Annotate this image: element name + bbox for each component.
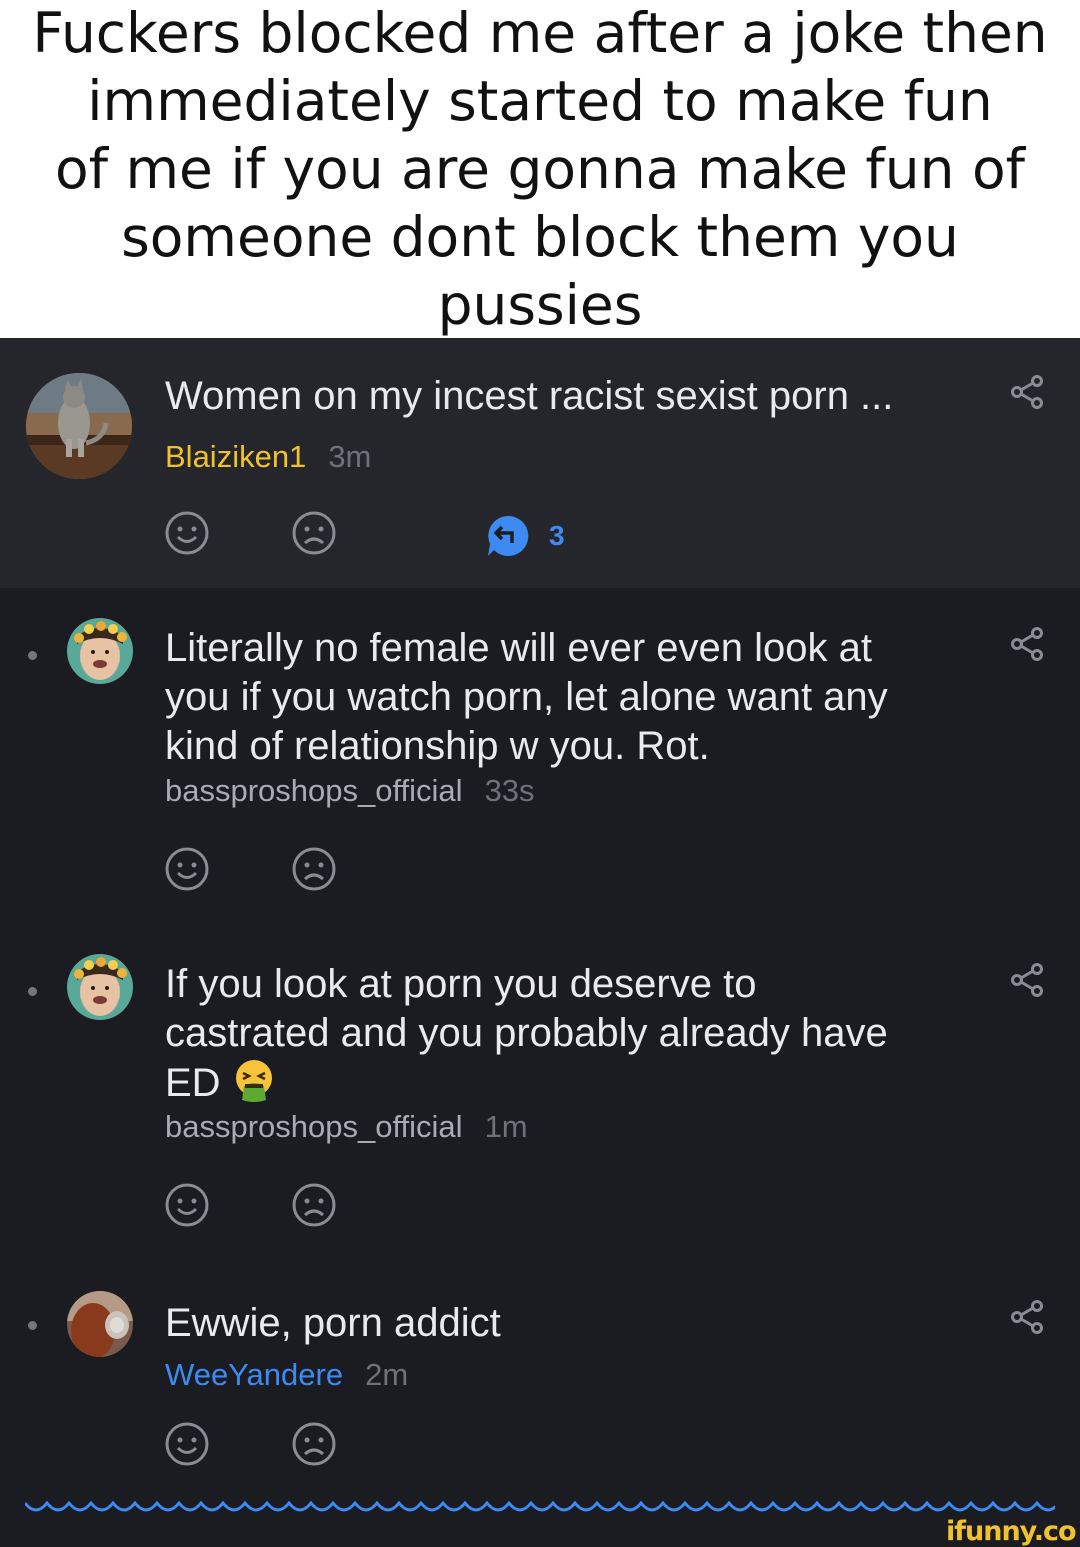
username[interactable]: Blaiziken1 xyxy=(165,439,306,474)
avatar[interactable] xyxy=(67,1291,133,1357)
share-icon[interactable] xyxy=(1008,961,1046,999)
replies-button[interactable]: 3 xyxy=(485,513,565,559)
meme-caption: Fuckers blocked me after a joke then imm… xyxy=(0,0,1080,338)
redhead-photo-avatar-icon xyxy=(67,1291,133,1357)
comment-text: Literally no female will ever even look … xyxy=(165,624,965,771)
cat-photo-avatar-icon xyxy=(26,373,132,479)
username[interactable]: bassproshops_official xyxy=(165,773,463,808)
frown-icon[interactable] xyxy=(291,510,337,556)
comment-meta: bassproshops_official 1m xyxy=(165,1109,528,1145)
wavy-divider-icon xyxy=(25,1500,1055,1512)
reply-bubble-icon xyxy=(488,515,529,556)
flower-crown-avatar-icon xyxy=(67,954,133,1020)
vomiting-face-emoji-icon xyxy=(235,1060,272,1102)
caption-text: Fuckers blocked me after a joke then imm… xyxy=(20,0,1060,339)
smile-icon[interactable] xyxy=(164,510,210,556)
caption-line: someone dont block them you pussies xyxy=(121,205,959,337)
comment-meta: bassproshops_official 33s xyxy=(165,773,535,809)
post-title[interactable]: Women on my incest racist sexist porn ..… xyxy=(165,374,893,419)
comment-line: you if you watch porn, let alone want an… xyxy=(165,675,888,719)
frown-icon[interactable] xyxy=(291,1421,337,1467)
timestamp: 33s xyxy=(484,773,535,808)
caption-line: of me if you are gonna make fun of xyxy=(54,137,1026,201)
comment-line: ED xyxy=(165,1061,221,1105)
ifunny-watermark: ifunny.co xyxy=(946,1516,1077,1547)
smile-icon[interactable] xyxy=(164,1421,210,1467)
thread-bullet xyxy=(28,651,37,660)
share-icon[interactable] xyxy=(1008,625,1046,663)
comment-meta: Blaiziken1 3m xyxy=(165,439,371,475)
avatar[interactable] xyxy=(67,618,133,684)
smile-icon[interactable] xyxy=(164,846,210,892)
comments-screen: Women on my incest racist sexist porn ..… xyxy=(0,338,1080,1547)
comment-line: Literally no female will ever even look … xyxy=(165,626,873,670)
comment-line: Ewwie, porn addict xyxy=(165,1301,501,1345)
frown-icon[interactable] xyxy=(291,1182,337,1228)
caption-line: immediately started to make fun xyxy=(87,69,993,133)
comment-meta: WeeYandere 2m xyxy=(165,1357,408,1393)
comment-line: kind of relationship w you. Rot. xyxy=(165,724,710,768)
share-icon[interactable] xyxy=(1008,373,1046,411)
comment-text: If you look at porn you deserve to castr… xyxy=(165,960,965,1108)
smile-icon[interactable] xyxy=(164,1182,210,1228)
flower-crown-avatar-icon xyxy=(67,618,133,684)
caption-line: Fuckers blocked me after a joke then xyxy=(32,1,1048,65)
share-icon[interactable] xyxy=(1008,1298,1046,1336)
avatar[interactable] xyxy=(26,373,132,479)
comment-line-with-emoji: ED xyxy=(165,1058,965,1108)
timestamp: 1m xyxy=(484,1109,528,1144)
comment-line: If you look at porn you deserve to xyxy=(165,962,757,1006)
username[interactable]: bassproshops_official xyxy=(165,1109,463,1144)
timestamp: 3m xyxy=(328,439,372,474)
original-comment[interactable]: Women on my incest racist sexist porn ..… xyxy=(0,338,1080,588)
comment-text: Ewwie, porn addict xyxy=(165,1299,965,1348)
username[interactable]: WeeYandere xyxy=(165,1357,343,1392)
timestamp: 2m xyxy=(365,1357,409,1392)
frown-icon[interactable] xyxy=(291,846,337,892)
thread-bullet xyxy=(28,1321,37,1330)
thread-bullet xyxy=(28,987,37,996)
comment-line: castrated and you probably already have xyxy=(165,1011,888,1055)
reply-count: 3 xyxy=(549,520,565,551)
avatar[interactable] xyxy=(67,954,133,1020)
